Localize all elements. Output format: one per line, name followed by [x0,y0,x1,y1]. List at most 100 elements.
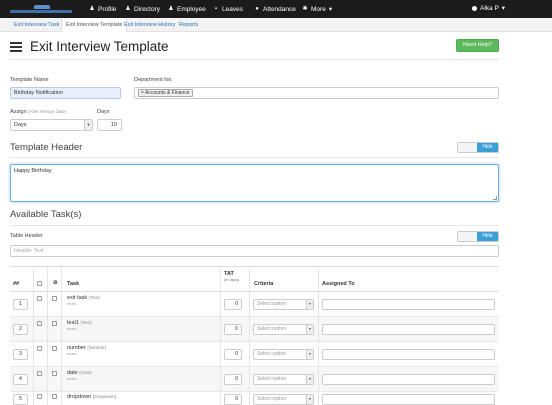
top-navbar: ♟ Profile ♟ Directory ♟ Employee ▪ Leaves ● A… [0,0,552,18]
template-header-toggle[interactable]: Hide [457,142,499,153]
row-disable-checkbox[interactable] [52,346,57,351]
template-header-title: Template Header [10,142,83,153]
table-row: 1 exit task (Text) more... 0 Select opti… [10,292,499,317]
criteria-select[interactable]: Select option ▼ [253,374,314,385]
tab-exit-interview-history[interactable]: Exit Interview History [120,18,179,32]
assigned-to-input[interactable] [322,349,495,360]
criteria-select[interactable]: Select option ▼ [253,324,314,335]
criteria-select[interactable]: Select option ▼ [253,394,314,405]
row-disable-checkbox[interactable] [52,321,57,326]
available-tasks-title: Available Task(s) [10,209,82,220]
column-task: Task [67,281,80,287]
row-checkbox[interactable] [37,394,42,399]
suitcase-icon: ▪ [214,6,218,12]
tat-input[interactable]: 0 [224,324,242,335]
caret-down-icon: ▾ [328,6,333,13]
person-icon: ♟ [168,6,174,12]
task-cell: test1 (Text) more... [67,320,92,331]
chevron-down-icon: ▼ [306,350,313,359]
template-name-label: Template Name [10,77,49,83]
row-checkbox[interactable] [37,371,42,376]
task-cell: exit task (Text) more... [67,295,100,306]
column-divider [33,267,34,405]
chevron-down-icon: ▼ [306,375,313,384]
task-table: ## ⊘ Task TAT (in days) Criteria Assigne… [10,266,499,405]
assigned-to-input[interactable] [322,324,495,335]
task-cell: dropdown (Dropdown) [67,394,117,400]
tat-input[interactable]: 0 [224,299,242,310]
list-icon [10,42,22,52]
nav-employee[interactable]: ♟ Employee [168,4,206,14]
more-link[interactable]: more... [67,376,92,381]
task-cell: number (Number) more... [67,345,107,356]
assigned-to-input[interactable] [322,299,495,310]
tab-exit-interview-task[interactable]: Exit Interview Task [10,18,63,32]
table-row: 3 number (Number) more... 0 Select optio… [10,342,499,367]
chevron-down-icon: ▼ [84,120,92,130]
nav-attendance[interactable]: ● Attendance [254,4,296,14]
nav-leaves[interactable]: ▪ Leaves [213,4,243,14]
divider [10,157,499,158]
subnav: Exit Interview Task Exit Interview Templ… [0,18,552,32]
page-title: Exit Interview Template [30,39,169,54]
tat-input[interactable]: 0 [224,374,242,385]
company-logo[interactable] [10,5,72,14]
resize-handle[interactable] [493,196,497,200]
user-menu[interactable]: Alka P ▾ [472,4,505,12]
row-checkbox[interactable] [37,321,42,326]
department-tag[interactable]: × Accounts & Finance [138,89,193,97]
assigned-to-input[interactable] [322,374,495,385]
clock-icon: ● [255,6,259,12]
select-all-checkbox[interactable] [37,281,42,286]
table-row: 5 dropdown (Dropdown) 0 Select option ▼ [10,392,499,405]
column-tat: TAT (in days) [224,271,240,282]
people-icon: ♟ [125,6,131,12]
assign-select[interactable]: Days ▼ [10,119,93,131]
template-header-textarea[interactable]: Happy Birthday [10,164,499,202]
days-label: Days [97,109,110,115]
order-input[interactable]: 1 [13,299,28,310]
table-header-toggle[interactable]: Hide [457,231,499,242]
row-disable-checkbox[interactable] [52,394,57,399]
department-list-input[interactable]: × Accounts & Finance [134,87,499,99]
more-link[interactable]: more... [67,301,100,306]
order-input[interactable]: 4 [13,374,28,385]
days-input[interactable]: 10 [97,119,122,131]
order-input[interactable]: 5 [13,394,28,405]
column-assigned-to: Assigned To [322,281,355,287]
column-divider [318,267,319,405]
column-divider [220,267,221,405]
assign-label: Assign (After Resign Date) [10,109,67,115]
tab-exit-interview-template[interactable]: Exit Interview Template [61,18,128,32]
assigned-to-input[interactable] [322,394,495,405]
row-disable-checkbox[interactable] [52,296,57,301]
tat-input[interactable]: 0 [224,349,242,360]
more-link[interactable]: more... [67,351,106,356]
chevron-down-icon: ▼ [306,325,313,334]
order-input[interactable]: 2 [13,324,28,335]
chevron-down-icon: ▼ [306,395,313,404]
criteria-select[interactable]: Select option ▼ [253,299,314,310]
column-divider [249,267,250,405]
row-checkbox[interactable] [37,346,42,351]
row-checkbox[interactable] [37,296,42,301]
user-icon [472,5,477,11]
nav-profile[interactable]: ♟ Profile [89,4,116,14]
chevron-down-icon: ▼ [306,300,313,309]
gear-icon: ✱ [302,6,308,12]
ban-icon: ⊘ [53,280,58,286]
nav-directory[interactable]: ♟ Directory [125,4,160,14]
tat-input[interactable]: 0 [224,394,242,405]
table-header-label: Table Header [10,233,43,239]
more-link[interactable]: more... [67,326,92,331]
row-disable-checkbox[interactable] [52,371,57,376]
task-cell: date (Date) more... [67,370,92,381]
nav-more[interactable]: ✱ More ▾ [302,4,332,14]
tab-reports[interactable]: Reports [175,18,202,32]
need-help-button[interactable]: Need Help? [456,39,499,52]
table-header-input[interactable]: Header Text [10,245,499,257]
template-name-input[interactable]: Birthday Notification [10,87,121,99]
order-input[interactable]: 3 [13,349,28,360]
criteria-select[interactable]: Select option ▼ [253,349,314,360]
caret-down-icon: ▾ [501,5,506,12]
